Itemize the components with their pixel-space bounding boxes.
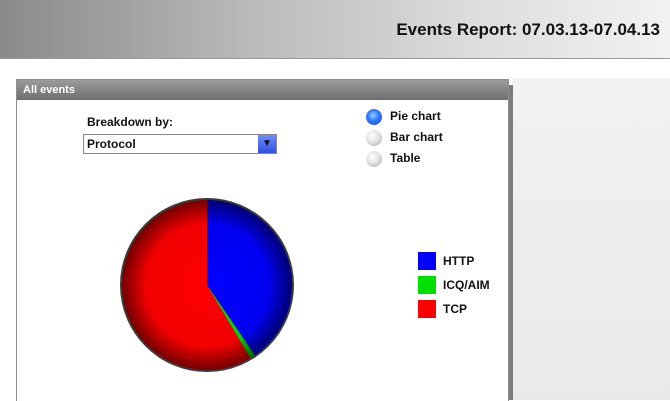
radio-pie-chart-dot[interactable]: [366, 109, 382, 125]
radio-bar-chart-label[interactable]: Bar chart: [390, 130, 443, 144]
report-header: Events Report: 07.03.13-07.04.13: [0, 0, 670, 59]
radio-bar-chart-dot[interactable]: [366, 130, 382, 146]
radio-table-label[interactable]: Table: [390, 151, 420, 165]
breakdown-selected-value: Protocol: [87, 137, 136, 151]
legend-swatch-tcp: [418, 300, 436, 318]
legend-label-tcp: TCP: [443, 302, 467, 316]
radio-table-dot[interactable]: [366, 151, 382, 167]
legend-swatch-icq-aim: [418, 276, 436, 294]
breakdown-select[interactable]: Protocol ▼: [83, 134, 277, 154]
chevron-down-icon[interactable]: ▼: [258, 135, 276, 153]
report-title: Events Report: 07.03.13-07.04.13: [396, 20, 660, 39]
right-background: [512, 78, 670, 400]
breakdown-label: Breakdown by:: [87, 115, 174, 129]
radio-pie-chart-label[interactable]: Pie chart: [390, 109, 441, 123]
pie-shading: [122, 200, 292, 370]
legend-label-icq-aim: ICQ/AIM: [443, 278, 490, 292]
legend-swatch-http: [418, 252, 436, 270]
panel-title: All events: [17, 80, 508, 100]
all-events-panel: All events Breakdown by: Protocol ▼ Pie …: [16, 79, 509, 401]
protocol-pie-chart: [120, 198, 294, 372]
legend-label-http: HTTP: [443, 254, 475, 268]
